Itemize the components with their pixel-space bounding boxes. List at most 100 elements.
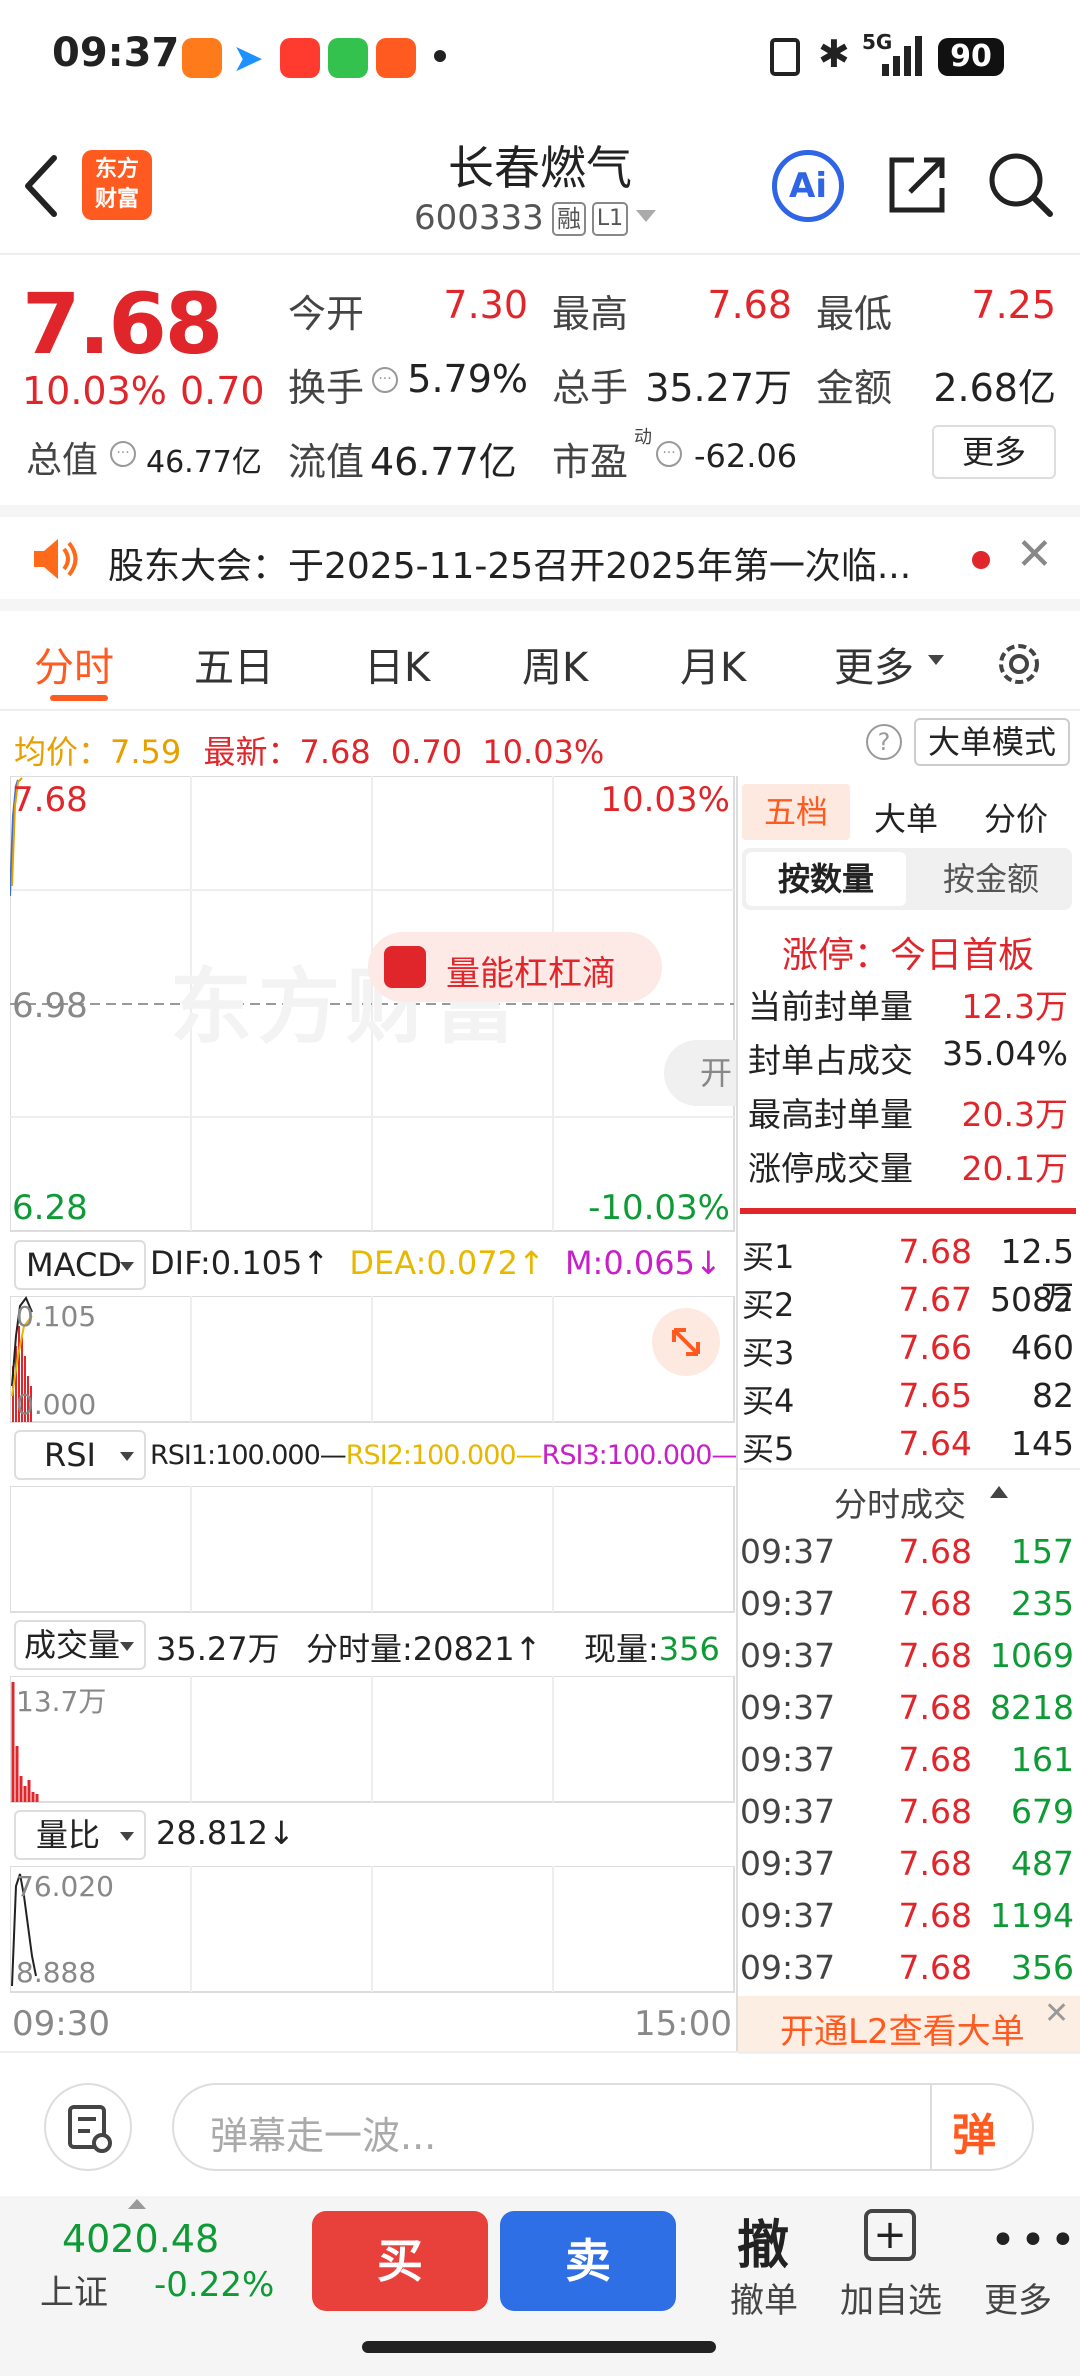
ratio-selector[interactable]: 量比 bbox=[14, 1810, 146, 1860]
bid-price: 7.64 bbox=[898, 1424, 972, 1463]
price-infobar: 均价：7.59 最新：7.68 0.70 10.03% bbox=[14, 727, 604, 773]
close-icon[interactable]: ✕ bbox=[1016, 529, 1053, 580]
more-quote-button[interactable]: 更多 bbox=[932, 425, 1056, 479]
tab-big-orders[interactable]: 大单 bbox=[874, 794, 938, 840]
chevron-down-icon[interactable] bbox=[928, 655, 944, 665]
macd-dea: DEA:0.072↑ bbox=[349, 1244, 545, 1282]
tab-price-dist[interactable]: 分价 bbox=[984, 794, 1048, 840]
open-drawer-tab[interactable]: 开 bbox=[664, 1040, 736, 1106]
tab-five-day[interactable]: 五日 bbox=[194, 635, 274, 693]
index-value[interactable]: 4020.48 bbox=[62, 2217, 219, 2261]
rsi-selector[interactable]: RSI bbox=[14, 1430, 146, 1480]
add-watchlist-icon[interactable]: + bbox=[864, 2209, 916, 2261]
volume-selector[interactable]: 成交量 bbox=[14, 1620, 146, 1670]
cancel-order-label[interactable]: 撤单 bbox=[730, 2273, 798, 2322]
macd-top-label: 0.105 bbox=[16, 1300, 97, 1333]
l2-banner-text[interactable]: 开通L2查看大单 bbox=[780, 2004, 1025, 2053]
limit-up-status: 涨停：今日首板 bbox=[782, 935, 1035, 976]
l2-banner[interactable]: 开通L2查看大单 ✕ bbox=[738, 1996, 1080, 2054]
tab-daily-k[interactable]: 日K bbox=[364, 635, 430, 693]
rsi-name: RSI bbox=[44, 1436, 96, 1474]
buy-button[interactable]: 买 bbox=[312, 2211, 488, 2311]
tab-weekly-k[interactable]: 周K bbox=[522, 635, 588, 693]
trade-time: 09:37 bbox=[740, 1532, 836, 1571]
tab-five-levels[interactable]: 五档 bbox=[742, 784, 850, 840]
sell-button[interactable]: 卖 bbox=[500, 2211, 676, 2311]
close-icon[interactable]: ✕ bbox=[1044, 1996, 1069, 2031]
trade-volume: 1069 bbox=[990, 1636, 1074, 1675]
trade-price: 7.68 bbox=[898, 1844, 972, 1883]
divider bbox=[740, 1468, 1080, 1470]
info-icon[interactable]: ··· bbox=[656, 441, 682, 467]
macd-chart[interactable] bbox=[10, 1296, 736, 1424]
share-icon[interactable] bbox=[884, 152, 950, 218]
trade-time: 09:37 bbox=[740, 1584, 836, 1623]
expand-icon[interactable] bbox=[652, 1308, 720, 1376]
big-order-mode-button[interactable]: 大单模式 bbox=[914, 718, 1070, 766]
tab-intraday[interactable]: 分时 bbox=[34, 635, 114, 693]
notice-bar[interactable]: 股东大会：于2025-11-25召开2025年第一次临... ✕ bbox=[0, 505, 1080, 611]
status-bar: 09:37 ➤ ✱ 5G 90 bbox=[0, 0, 1080, 110]
level-badge[interactable]: L1 bbox=[592, 202, 628, 236]
sub-tab-by-quantity[interactable]: 按数量 bbox=[746, 852, 906, 906]
search-icon[interactable] bbox=[986, 150, 1056, 220]
more-label[interactable]: 更多 bbox=[984, 2273, 1052, 2322]
tab-more[interactable]: 更多 bbox=[834, 635, 914, 693]
chevron-up-icon[interactable] bbox=[128, 2199, 146, 2209]
volume-chart[interactable] bbox=[10, 1676, 736, 1804]
stat-value: 12.3万 bbox=[961, 987, 1068, 1026]
trade-price: 7.68 bbox=[898, 1740, 972, 1779]
margin-badge: 融 bbox=[552, 202, 586, 236]
trade-time: 09:37 bbox=[740, 1688, 836, 1727]
trade-volume: 356 bbox=[1011, 1948, 1074, 1987]
ratio-bottom-label: 8.888 bbox=[16, 1956, 97, 1989]
quote-panel: 7.68 10.03% 0.70 今开 7.30 最高 7.68 最低 7.25… bbox=[0, 255, 1080, 505]
help-icon[interactable]: ? bbox=[866, 724, 902, 760]
index-name[interactable]: 上证 bbox=[40, 2265, 108, 2314]
danmu-settings-icon[interactable] bbox=[44, 2083, 132, 2171]
avg-value: 7.59 bbox=[110, 733, 182, 771]
low-label: 最低 bbox=[816, 292, 893, 336]
bid-price: 7.67 bbox=[898, 1280, 972, 1319]
index-change[interactable]: -0.22% bbox=[154, 2265, 274, 2305]
chevron-up-icon[interactable] bbox=[990, 1486, 1008, 1498]
more-icon[interactable]: ••• bbox=[990, 2215, 1080, 2266]
volume-name: 成交量 bbox=[24, 1626, 121, 1664]
promo-pill[interactable]: 量能杠杠滴 bbox=[368, 932, 662, 1002]
bid-volume: 145 bbox=[1011, 1424, 1074, 1463]
ratio-top-label: 76.020 bbox=[16, 1870, 114, 1903]
notice-text[interactable]: 股东大会：于2025-11-25召开2025年第一次临... bbox=[108, 537, 911, 589]
volume-top-label: 13.7万 bbox=[16, 1685, 107, 1718]
macd-selector[interactable]: MACD bbox=[14, 1240, 146, 1290]
ratio-name: 量比 bbox=[36, 1816, 101, 1854]
trades-title[interactable]: 分时成交 bbox=[834, 1478, 966, 1526]
danmu-send-button[interactable]: 弹 bbox=[952, 2099, 996, 2163]
gear-icon[interactable] bbox=[992, 637, 1046, 691]
add-watchlist-label[interactable]: 加自选 bbox=[840, 2273, 942, 2322]
ai-button[interactable]: Ai bbox=[772, 150, 844, 222]
signal-icon bbox=[882, 36, 922, 76]
arrow-notif-icon: ➤ bbox=[232, 36, 264, 80]
trade-price: 7.68 bbox=[898, 1532, 972, 1571]
sub-tab-by-amount[interactable]: 按金额 bbox=[914, 852, 1068, 906]
firecracker-icon bbox=[384, 946, 426, 988]
chevron-down-icon[interactable] bbox=[636, 210, 656, 222]
y-top-label: 7.68 bbox=[12, 780, 88, 820]
tab-monthly-k[interactable]: 月K bbox=[680, 635, 746, 693]
rsi-chart[interactable] bbox=[10, 1486, 736, 1614]
latest-label: 最新： bbox=[203, 733, 300, 771]
rsi-values: RSI1:100.000—RSI2:100.000—RSI3:100.000— bbox=[150, 1440, 738, 1471]
stock-code: 600333 bbox=[414, 198, 544, 238]
amount-label: 金额 bbox=[816, 366, 893, 410]
info-icon[interactable]: ··· bbox=[110, 441, 136, 467]
stat-label: 最高封单量 bbox=[748, 1095, 913, 1134]
cancel-order-icon[interactable]: 撤 bbox=[736, 2203, 790, 2278]
macd-m: M:0.065↓ bbox=[564, 1244, 722, 1282]
change-value: 0.70 bbox=[180, 369, 265, 413]
chevron-down-icon bbox=[120, 1452, 134, 1461]
pe-label: 市盈 bbox=[552, 440, 629, 484]
macd-name: MACD bbox=[26, 1246, 122, 1284]
float-cap-value: 46.77亿 bbox=[370, 440, 517, 484]
ratio-chart[interactable] bbox=[10, 1866, 736, 1994]
danmu-input[interactable]: 弹幕走一波... 弹 bbox=[172, 2083, 1034, 2171]
